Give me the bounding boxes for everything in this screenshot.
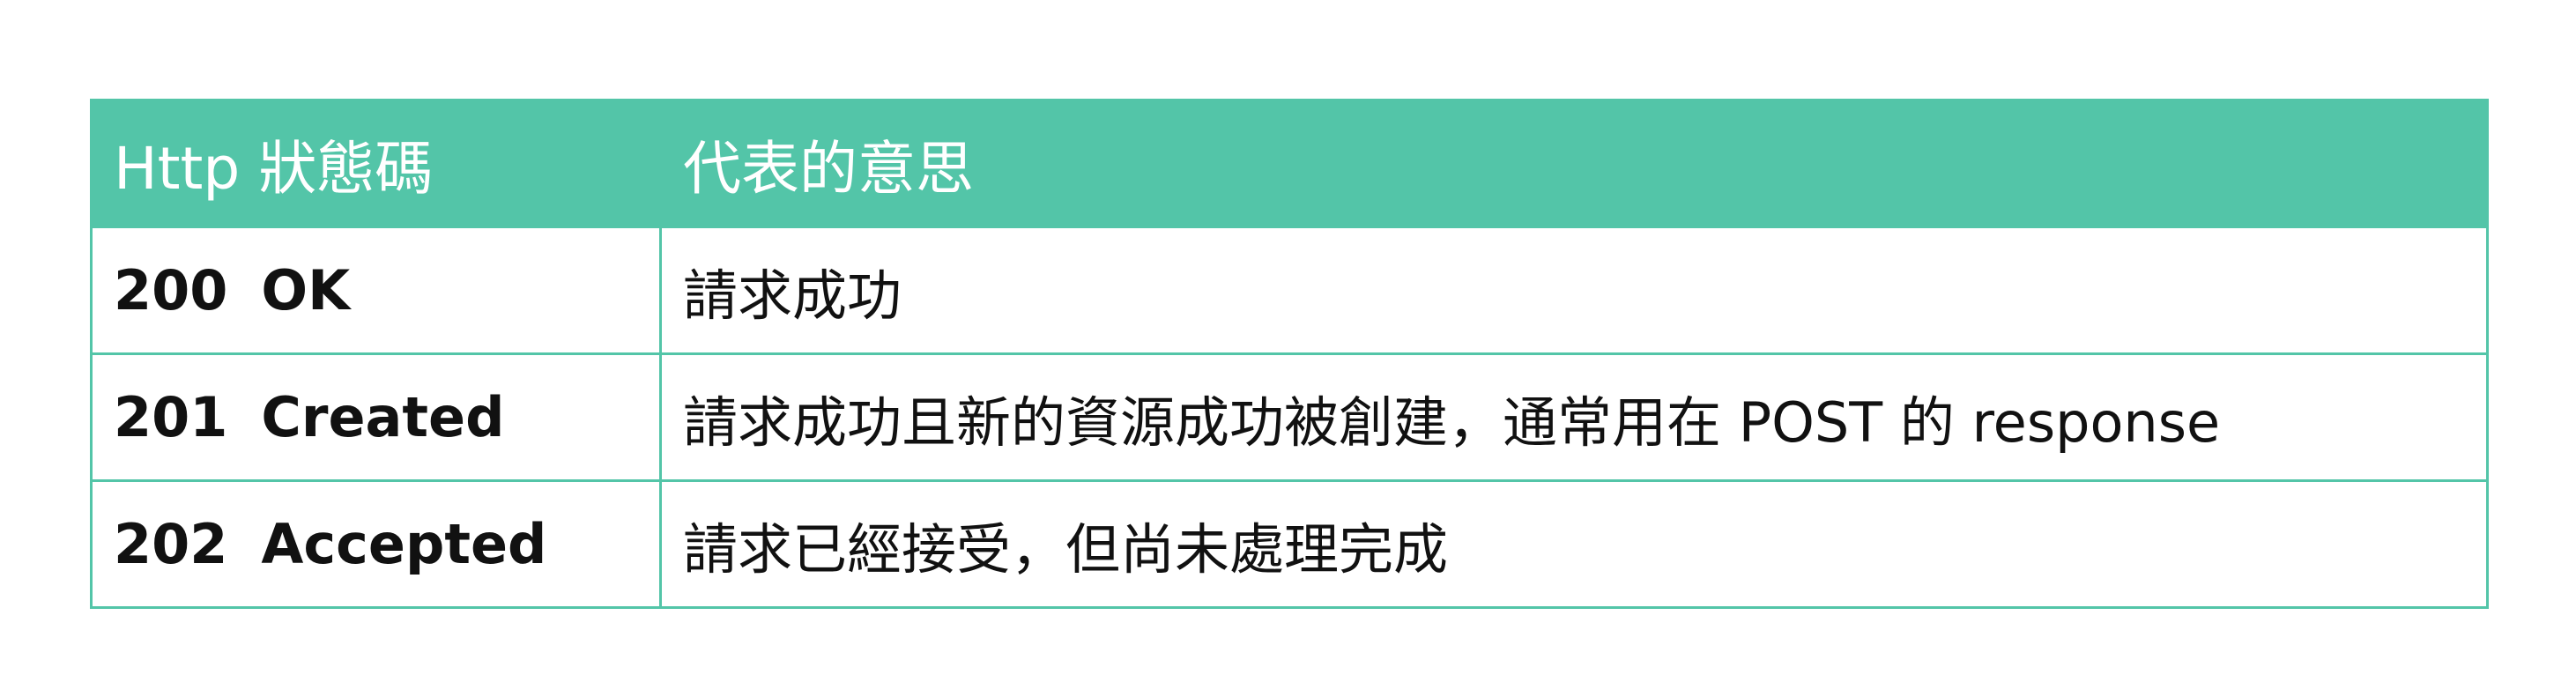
table-row: 201 Created 請求成功且新的資源成功被創建，通常用在 POST 的 re… [90, 352, 2489, 482]
status-meaning-cell: 請求已經接受，但尚未處理完成 [659, 479, 2489, 609]
status-code-number: 200 [114, 258, 228, 323]
header-status-code: Http 狀態碼 [90, 99, 662, 228]
status-code-cell: 201 Created [90, 352, 662, 482]
status-code-cell: 202 Accepted [90, 479, 662, 609]
status-code-number: 201 [114, 385, 228, 449]
status-code-name: Created [261, 385, 505, 449]
http-status-table: Http 狀態碼 代表的意思 200 OK 請求成功 201 Created 請求成… [90, 99, 2489, 609]
status-code-name: Accepted [261, 512, 547, 576]
table-row: 200 OK 請求成功 [90, 226, 2489, 355]
header-row: Http 狀態碼 代表的意思 [90, 99, 2489, 228]
table-header: Http 狀態碼 代表的意思 [90, 99, 2489, 228]
status-meaning-cell: 請求成功 [659, 226, 2489, 355]
status-code-number: 202 [114, 512, 228, 576]
header-meaning: 代表的意思 [659, 99, 2489, 228]
table-row: 202 Accepted 請求已經接受，但尚未處理完成 [90, 479, 2489, 609]
table-body: 200 OK 請求成功 201 Created 請求成功且新的資源成功被創建，通常用… [90, 226, 2489, 609]
status-code-name: OK [261, 258, 351, 323]
status-code-cell: 200 OK [90, 226, 662, 355]
status-meaning-cell: 請求成功且新的資源成功被創建，通常用在 POST 的 response [659, 352, 2489, 482]
